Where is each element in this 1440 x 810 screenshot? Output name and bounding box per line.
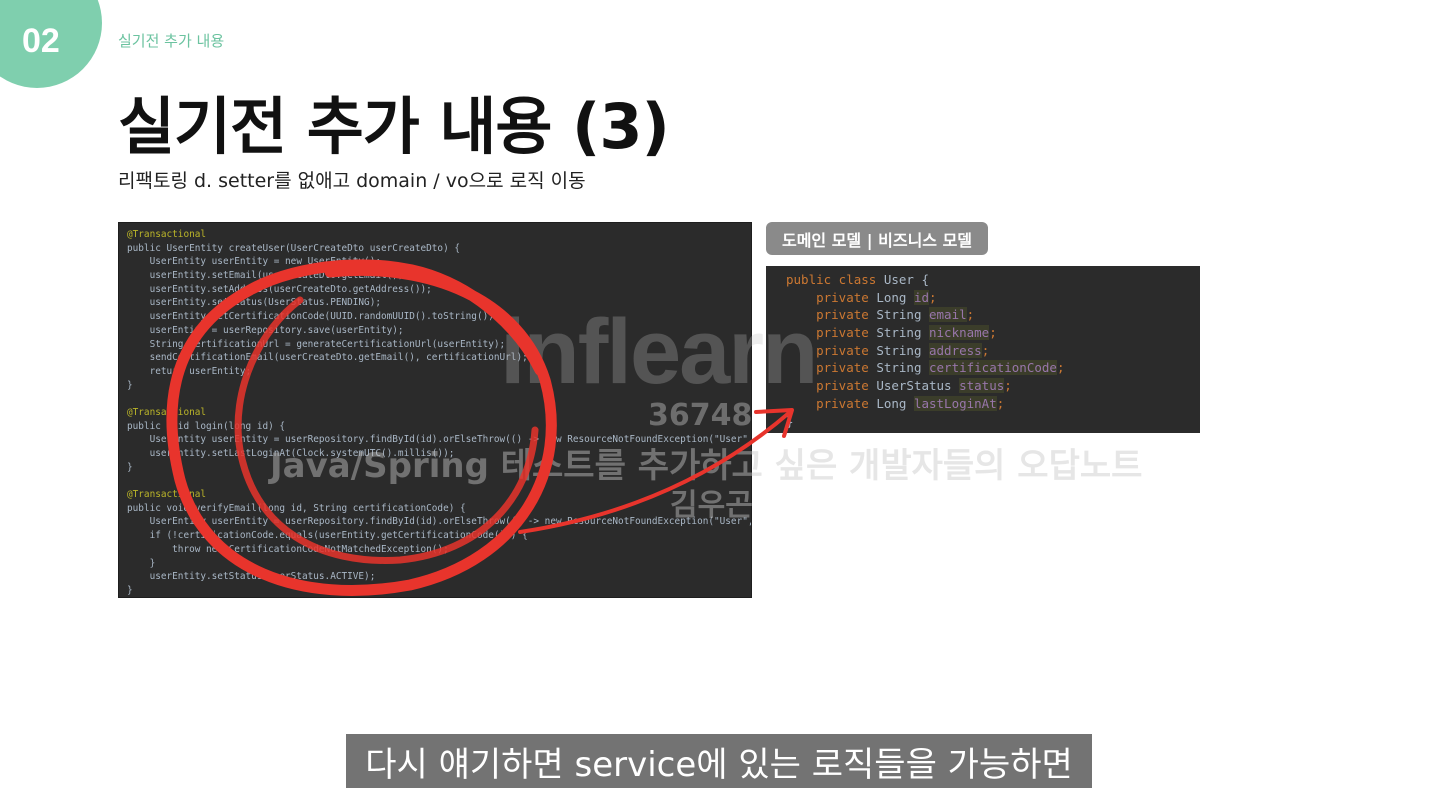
- code-line: public void login(long id) {: [127, 420, 286, 432]
- code-line: throw new CertificationCodeNotMatchedExc…: [127, 543, 449, 555]
- field-declaration: private String email;: [786, 307, 975, 323]
- code-line: String certificationUrl = generateCertif…: [127, 338, 506, 350]
- code-line: public UserEntity createUser(UserCreateD…: [127, 242, 461, 254]
- field-declaration: private String certificationCode;: [786, 360, 1065, 376]
- subtitle-caption: 다시 얘기하면 service에 있는 로직들을 가능하면: [346, 734, 1092, 788]
- code-line: UserEntity userEntity = userRepository.f…: [127, 434, 752, 446]
- service-code-block: @Transactional public UserEntity createUs…: [118, 222, 752, 598]
- class-header: public class User {: [786, 272, 929, 287]
- code-line: }: [127, 461, 133, 473]
- field-declaration: private String address;: [786, 342, 990, 358]
- section-label: 실기전 추가 내용: [118, 32, 225, 50]
- slide-number: 02: [22, 22, 60, 60]
- field-declaration: private String nickname;: [786, 325, 997, 341]
- code-line: userEntity.setAddress(userCreateDto.getA…: [127, 283, 432, 295]
- user-domain-code-block: public class User { private Long id; pri…: [766, 266, 1200, 433]
- code-line: return userEntity;: [127, 365, 252, 377]
- code-line: UserEntity userEntity = new UserEntity()…: [127, 256, 381, 268]
- code-line: }: [127, 584, 133, 596]
- code-line: }: [127, 557, 156, 569]
- slide-number-badge: 02: [0, 0, 102, 88]
- page-title: 실기전 추가 내용 (3): [118, 90, 670, 163]
- field-declaration: private Long id;: [786, 289, 937, 305]
- code-line: UserEntity userEntity = userRepository.f…: [127, 516, 752, 528]
- code-line: userEntity.setCertificationCode(UUID.ran…: [127, 311, 500, 323]
- class-footer: }: [786, 413, 794, 429]
- field-declaration: private UserStatus status;: [786, 378, 1012, 394]
- code-line: public void verifyEmail(long id, String …: [127, 502, 466, 514]
- code-line: userEntity = userRepository.save(userEnt…: [127, 324, 404, 336]
- code-line: @Transactional: [127, 406, 207, 418]
- code-line: userEntity.setEmail(userCreateDto.getEma…: [127, 270, 410, 282]
- code-line: sendCertificationEmail(userCreateDto.get…: [127, 352, 528, 364]
- code-line: }: [127, 379, 133, 391]
- code-line: @Transactional: [127, 229, 207, 240]
- slide-subtitle: 리팩토링 d. setter를 없애고 domain / vo으로 로직 이동: [118, 170, 586, 192]
- code-line: userEntity.setStatus(UserStatus.PENDING)…: [127, 297, 381, 309]
- code-line: @Transactional: [127, 489, 207, 501]
- domain-model-label: 도메인 모델 | 비즈니스 모델: [766, 222, 988, 255]
- code-line: userEntity.setStatus(UserStatus.ACTIVE);: [127, 571, 376, 583]
- code-line: if (!certificationCode.equals(userEntity…: [127, 530, 528, 542]
- code-line: userEntity.setLastLoginAt(Clock.systemUT…: [127, 448, 455, 459]
- field-declaration: private Long lastLoginAt;: [786, 395, 1005, 411]
